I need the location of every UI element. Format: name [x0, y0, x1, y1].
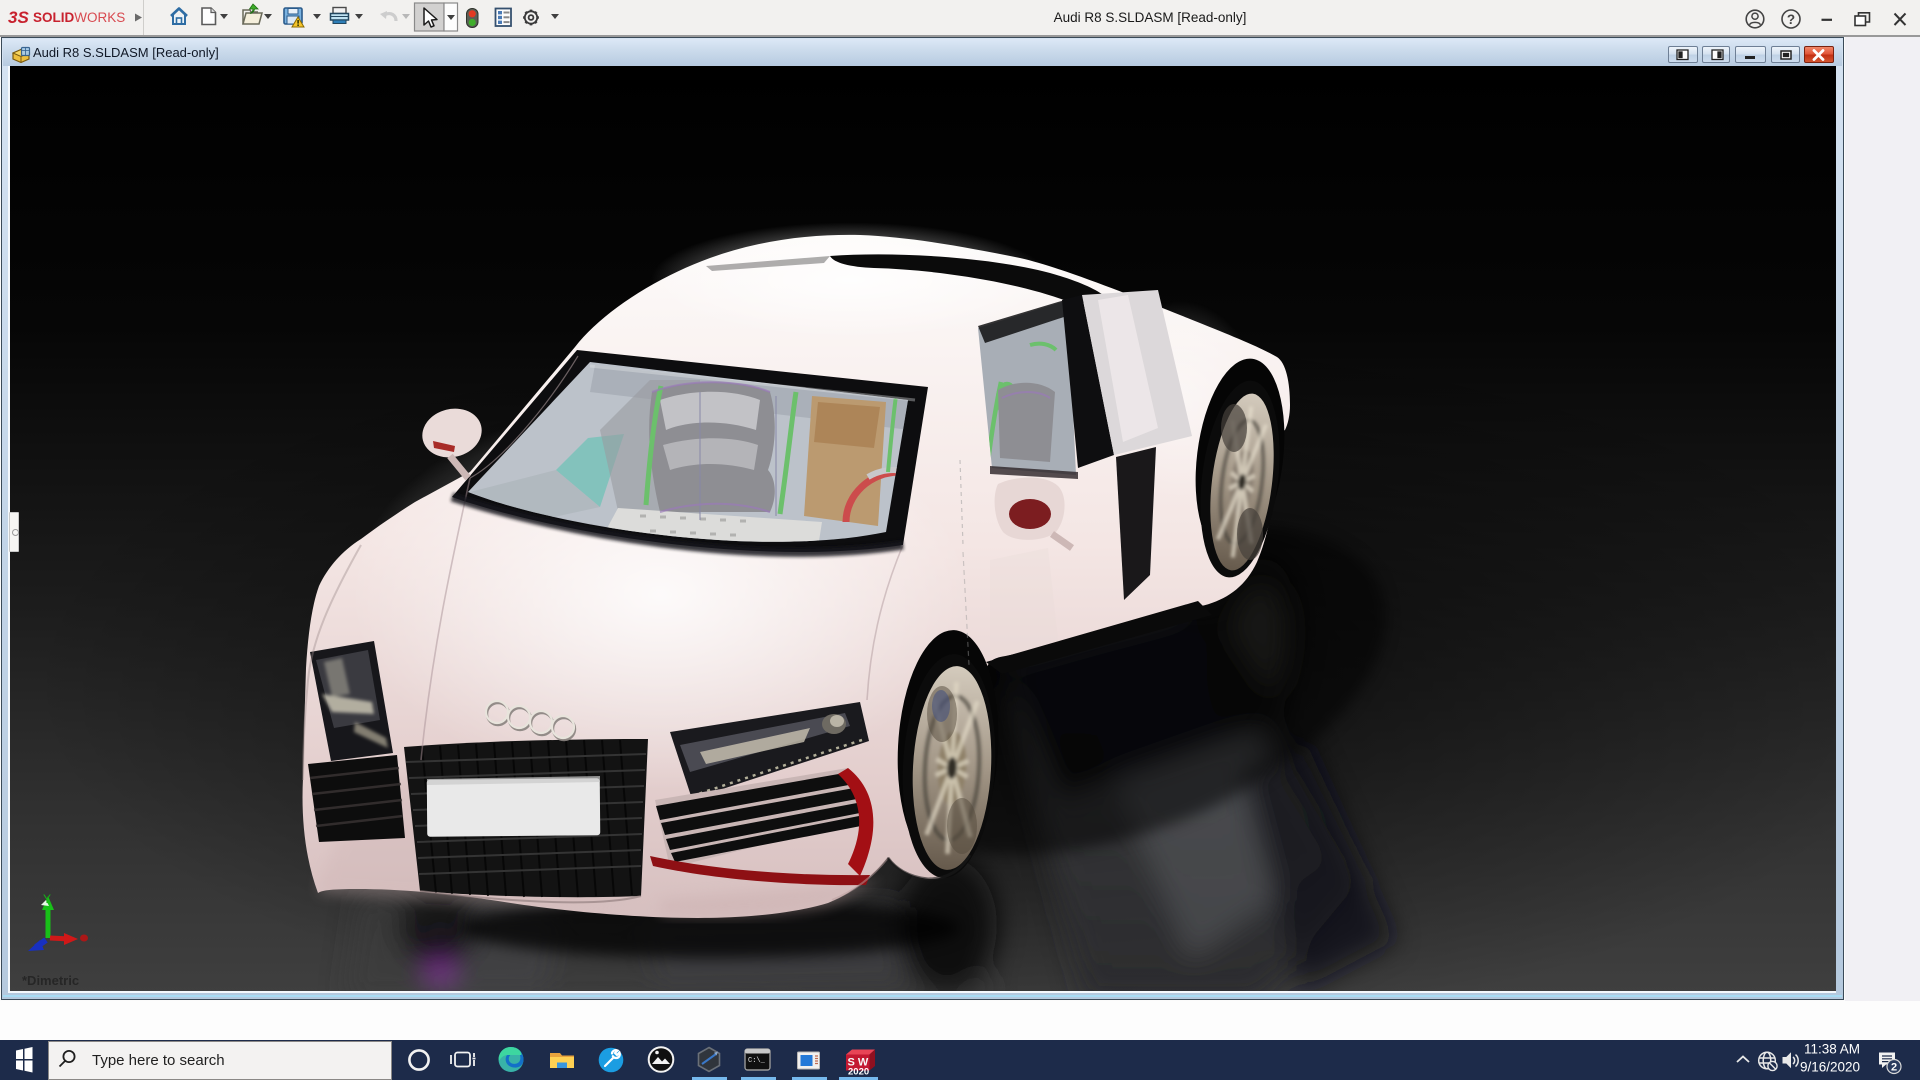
svg-text:11:38 AM: 11:38 AM [1804, 1042, 1860, 1057]
svg-text:2020: 2020 [848, 1067, 869, 1078]
svg-text:?: ? [1787, 12, 1795, 27]
svg-text:Y: Y [43, 892, 51, 906]
svg-text:9/16/2020: 9/16/2020 [1800, 1060, 1860, 1075]
svg-text:2: 2 [1891, 1062, 1897, 1074]
svg-text:C:\_: C:\_ [748, 1057, 766, 1065]
